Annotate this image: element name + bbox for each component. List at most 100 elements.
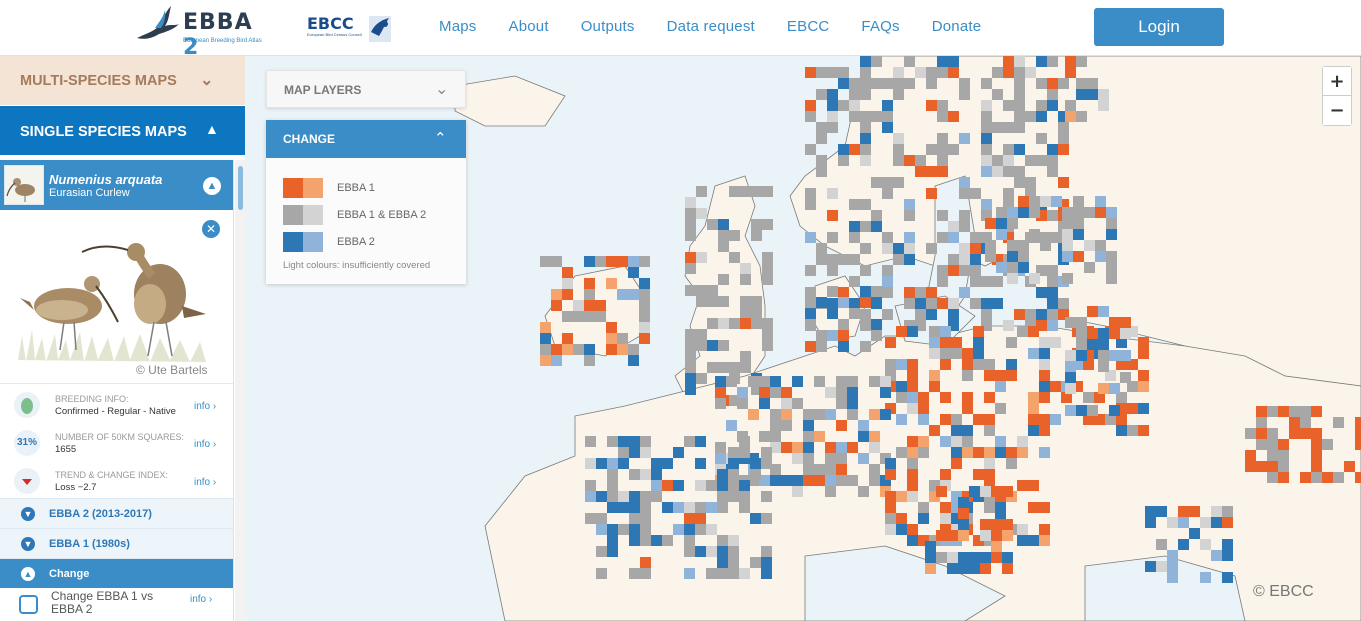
- grid-cell: [926, 166, 937, 177]
- grid-cell: [915, 298, 926, 309]
- grid-cell: [970, 188, 981, 199]
- section-ebba1[interactable]: ▼ EBBA 1 (1980s): [0, 528, 233, 558]
- trend-down-icon: [14, 468, 40, 494]
- grid-cell: [696, 285, 707, 296]
- nav-about[interactable]: About: [508, 18, 548, 35]
- ebba2-logo[interactable]: EBBA 2 European Breeding Bird Atlas: [135, 4, 265, 60]
- species-header[interactable]: Numenius arquata Eurasian Curlew ▲: [0, 160, 233, 210]
- grid-cell: [827, 111, 838, 122]
- grid-cell: [1058, 144, 1069, 155]
- nav-outputs[interactable]: Outputs: [581, 18, 635, 35]
- grid-cell: [925, 541, 936, 552]
- grid-cell: [893, 133, 904, 144]
- grid-cell: [981, 78, 992, 89]
- grid-cell: [1076, 350, 1087, 361]
- grid-cell: [985, 218, 996, 229]
- grid-cell: [926, 298, 937, 309]
- sidebar-scrollbar[interactable]: [235, 160, 245, 621]
- grid-cell: [805, 144, 816, 155]
- grid-cell: [1156, 506, 1167, 517]
- grid-cell: [918, 403, 929, 414]
- grid-cell: [1025, 67, 1036, 78]
- zoom-out-button[interactable]: −: [1323, 96, 1351, 125]
- grid-cell: [1014, 56, 1025, 67]
- nav-faqs[interactable]: FAQs: [861, 18, 899, 35]
- grid-cell: [992, 89, 1003, 100]
- grid-cell: [962, 392, 973, 403]
- grid-cell: [969, 563, 980, 574]
- grid-cell: [937, 232, 948, 243]
- grid-cell: [803, 420, 814, 431]
- grid-cell: [595, 256, 606, 267]
- chevron-up-icon: ▲: [21, 567, 35, 581]
- grid-cell: [860, 155, 871, 166]
- grid-cell: [640, 513, 651, 524]
- grid-cell: [740, 307, 751, 318]
- grid-cell: [871, 330, 882, 341]
- grid-cell: [805, 265, 816, 276]
- grid-cell: [596, 491, 607, 502]
- nav-donate[interactable]: Donate: [932, 18, 982, 35]
- login-button[interactable]: Login: [1094, 8, 1224, 46]
- grid-cell: [740, 362, 751, 373]
- species-thumbnail: [4, 165, 44, 205]
- ebcc-bird-icon: [369, 16, 391, 42]
- section-ebba2[interactable]: ▼ EBBA 2 (2013-2017): [0, 498, 233, 528]
- grid-cell: [695, 436, 706, 447]
- section-change[interactable]: ▲ Change: [0, 558, 233, 588]
- change-legend-header[interactable]: CHANGE ⌃: [266, 120, 466, 158]
- grid-cell: [970, 265, 981, 276]
- chevron-up-icon: ▲: [205, 121, 219, 137]
- map-layers-label: MAP LAYERS: [284, 83, 362, 97]
- chevron-up-icon[interactable]: ▲: [203, 177, 221, 195]
- squares-info-link[interactable]: info ›: [194, 439, 216, 450]
- grid-cell: [959, 210, 970, 221]
- multi-species-maps-toggle[interactable]: MULTI-SPECIES MAPS ⌄: [0, 56, 245, 105]
- grid-cell: [718, 241, 729, 252]
- grid-cell: [717, 535, 728, 546]
- grid-cell: [1189, 506, 1200, 517]
- grid-cell: [860, 243, 871, 254]
- trend-info-link[interactable]: info ›: [194, 477, 216, 488]
- ebcc-logo[interactable]: EBCC European Bird Census Council: [307, 12, 397, 48]
- close-species-button[interactable]: ✕: [202, 220, 220, 238]
- grid-cell: [1014, 67, 1025, 78]
- grid-cell: [1076, 339, 1087, 350]
- grid-cell: [1003, 155, 1014, 166]
- single-species-maps-toggle[interactable]: SINGLE SPECIES MAPS ▲: [0, 106, 245, 155]
- breeding-info-link[interactable]: info ›: [194, 401, 216, 412]
- grid-cell: [1098, 89, 1109, 100]
- grid-cell: [551, 344, 562, 355]
- change-option-checkbox[interactable]: [19, 595, 38, 614]
- grid-cell: [992, 155, 1003, 166]
- grid-cell: [662, 458, 673, 469]
- nav-maps[interactable]: Maps: [439, 18, 476, 35]
- nav-data-request[interactable]: Data request: [667, 18, 755, 35]
- grid-cell: [618, 491, 629, 502]
- grid-cell: [595, 300, 606, 311]
- grid-cell: [816, 89, 827, 100]
- grid-cell: [737, 398, 748, 409]
- grid-cell: [918, 414, 929, 425]
- breeding-info-row: BREEDING INFO: Confirmed - Regular - Nat…: [0, 384, 233, 422]
- grid-cell: [893, 78, 904, 89]
- grid-cell: [762, 274, 773, 285]
- nav-ebcc[interactable]: EBCC: [787, 18, 829, 35]
- grid-cell: [739, 502, 750, 513]
- grid-cell: [1278, 472, 1289, 483]
- grid-cell: [607, 480, 618, 491]
- grid-cell: [1138, 381, 1149, 392]
- grid-cell: [781, 420, 792, 431]
- grid-cell: [962, 447, 973, 458]
- grid-cell: [940, 469, 951, 480]
- grid-cell: [584, 355, 595, 366]
- map-layers-panel[interactable]: MAP LAYERS ⌄: [266, 70, 466, 108]
- grid-cell: [1039, 370, 1050, 381]
- scrollbar-thumb[interactable]: [238, 166, 243, 210]
- grid-cell: [1065, 56, 1076, 67]
- zoom-in-button[interactable]: +: [1323, 67, 1351, 96]
- grid-cell: [640, 447, 651, 458]
- grid-cell: [1018, 207, 1029, 218]
- change-option-info-link[interactable]: info ›: [190, 594, 212, 605]
- grid-cell: [685, 340, 696, 351]
